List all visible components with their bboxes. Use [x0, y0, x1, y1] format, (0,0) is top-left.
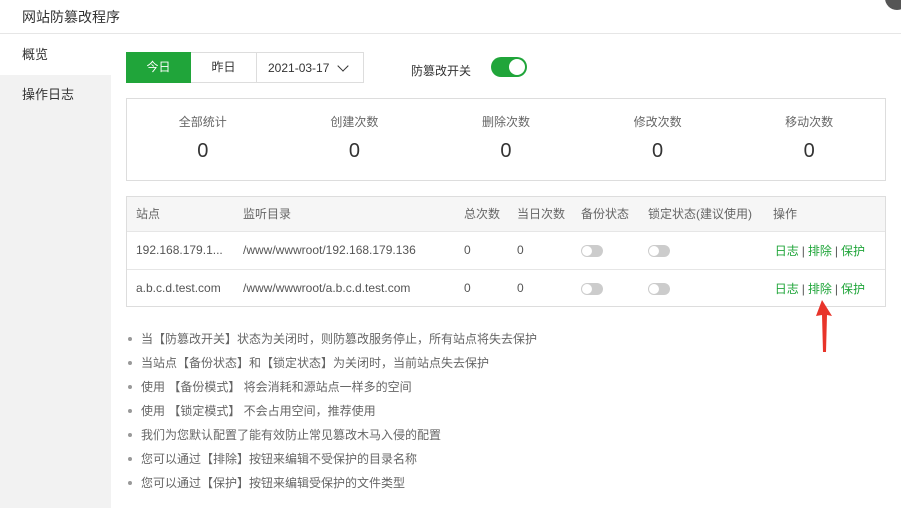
exclude-link[interactable]: 排除 [808, 244, 832, 258]
stats-panel: 全部统计 0 创建次数 0 删除次数 0 修改次数 0 移动次数 0 [126, 98, 886, 181]
header-dir: 监听目录 [243, 207, 292, 222]
table-row: a.b.c.d.test.com /www/wwwroot/a.b.c.d.te… [127, 269, 885, 307]
header-lock: 锁定状态(建议使用) [648, 207, 752, 222]
op-separator: | [801, 243, 805, 258]
date-value: 2021-03-17 [268, 60, 330, 75]
stat-label: 删除次数 [481, 115, 530, 129]
site-table: 站点 监听目录 总次数 当日次数 备份状态 锁定状态(建议使用) 操作 192.… [126, 196, 886, 307]
stat-delete: 删除次数 0 [430, 99, 582, 180]
stat-value: 0 [803, 140, 815, 162]
tamper-switch-toggle[interactable] [491, 57, 527, 77]
stat-value: 0 [500, 140, 512, 162]
note-item: 我们为您默认配置了能有效防止常见篡改木马入侵的配置 [126, 427, 537, 451]
header-total: 总次数 [464, 207, 501, 222]
cell-lock [639, 269, 764, 307]
note-item: 您可以通过【保护】按钮来编辑受保护的文件类型 [126, 475, 537, 499]
header-site: 站点 [136, 207, 161, 222]
note-item: 使用 【锁定模式】 不会占用空间，推荐使用 [126, 403, 537, 427]
exclude-link[interactable]: 排除 [808, 282, 832, 296]
stat-modify: 修改次数 0 [582, 99, 734, 180]
backup-toggle[interactable] [581, 244, 603, 257]
toggle-knob [649, 284, 659, 295]
stat-create: 创建次数 0 [279, 99, 431, 180]
table-row: 192.168.179.1... /www/wwwroot/192.168.17… [127, 231, 885, 269]
toggle-knob [582, 284, 592, 295]
cell-backup [572, 269, 639, 307]
log-link[interactable]: 日志 [775, 244, 799, 258]
annotation-arrow-icon [816, 300, 832, 352]
backup-toggle[interactable] [581, 283, 603, 296]
cell-total: 0 [464, 281, 471, 296]
cell-site: 192.168.179.1... [136, 243, 223, 257]
note-item: 您可以通过【排除】按钮来编辑不受保护的目录名称 [126, 451, 537, 475]
lock-toggle[interactable] [648, 283, 670, 296]
tamper-switch-label: 防篡改开关 [411, 64, 472, 78]
note-item: 当站点【备份状态】和【锁定状态】为关闭时，当前站点失去保护 [126, 355, 537, 379]
cell-backup [572, 231, 639, 269]
header-today: 当日次数 [517, 207, 566, 222]
log-link[interactable]: 日志 [775, 282, 799, 296]
stat-total: 全部统计 0 [127, 99, 279, 180]
sidebar: 概览 操作日志 [0, 35, 111, 508]
note-item: 使用 【备份模式】 将会消耗和源站点一样多的空间 [126, 379, 537, 403]
main-panel: 今日 昨日 2021-03-17 防篡改开关 全部统计 0 创建次数 0 删除次… [111, 35, 901, 508]
close-icon[interactable] [885, 0, 901, 10]
cell-today: 0 [517, 281, 524, 296]
sidebar-item-overview[interactable]: 概览 [0, 35, 111, 75]
stat-value: 0 [197, 140, 209, 162]
stat-label: 全部统计 [178, 115, 227, 129]
stat-value: 0 [348, 140, 360, 162]
title-bar: 网站防篡改程序 [0, 0, 901, 34]
protect-link[interactable]: 保护 [841, 244, 865, 258]
toggle-knob [649, 245, 659, 256]
cell-total: 0 [464, 243, 471, 257]
op-separator: | [834, 281, 838, 296]
cell-lock [639, 231, 764, 269]
chevron-down-icon [337, 59, 350, 72]
cell-ops: 日志 | 排除 | 保护 [764, 231, 885, 269]
stat-move: 移动次数 0 [733, 99, 885, 180]
table-header: 站点 监听目录 总次数 当日次数 备份状态 锁定状态(建议使用) 操作 [127, 197, 885, 231]
stat-label: 修改次数 [633, 115, 682, 129]
date-select[interactable]: 2021-03-17 [257, 52, 364, 83]
sidebar-item-operation-log[interactable]: 操作日志 [0, 75, 111, 115]
sidebar-item-label: 概览 [22, 47, 49, 62]
yesterday-button[interactable]: 昨日 [191, 52, 257, 83]
op-separator: | [801, 281, 805, 296]
date-filter: 今日 昨日 2021-03-17 [126, 52, 364, 83]
protect-link[interactable]: 保护 [841, 282, 865, 296]
cell-dir: /www/wwwroot/192.168.179.136 [243, 243, 416, 257]
window-title: 网站防篡改程序 [22, 9, 120, 25]
toggle-knob [582, 245, 592, 256]
help-notes: 当【防篡改开关】状态为关闭时，则防篡改服务停止，所有站点将失去保护 当站点【备份… [126, 331, 537, 499]
op-separator: | [834, 243, 838, 258]
sidebar-item-label: 操作日志 [22, 87, 75, 102]
cell-today: 0 [517, 243, 524, 257]
stat-label: 移动次数 [785, 115, 834, 129]
header-backup: 备份状态 [581, 207, 630, 222]
header-ops: 操作 [773, 207, 798, 222]
lock-toggle[interactable] [648, 244, 670, 257]
cell-site: a.b.c.d.test.com [136, 281, 221, 296]
cell-dir: /www/wwwroot/a.b.c.d.test.com [243, 281, 411, 296]
today-button[interactable]: 今日 [126, 52, 191, 83]
stat-label: 创建次数 [330, 115, 379, 129]
note-item: 当【防篡改开关】状态为关闭时，则防篡改服务停止，所有站点将失去保护 [126, 331, 537, 355]
toggle-knob [509, 59, 525, 75]
stat-value: 0 [652, 140, 664, 162]
